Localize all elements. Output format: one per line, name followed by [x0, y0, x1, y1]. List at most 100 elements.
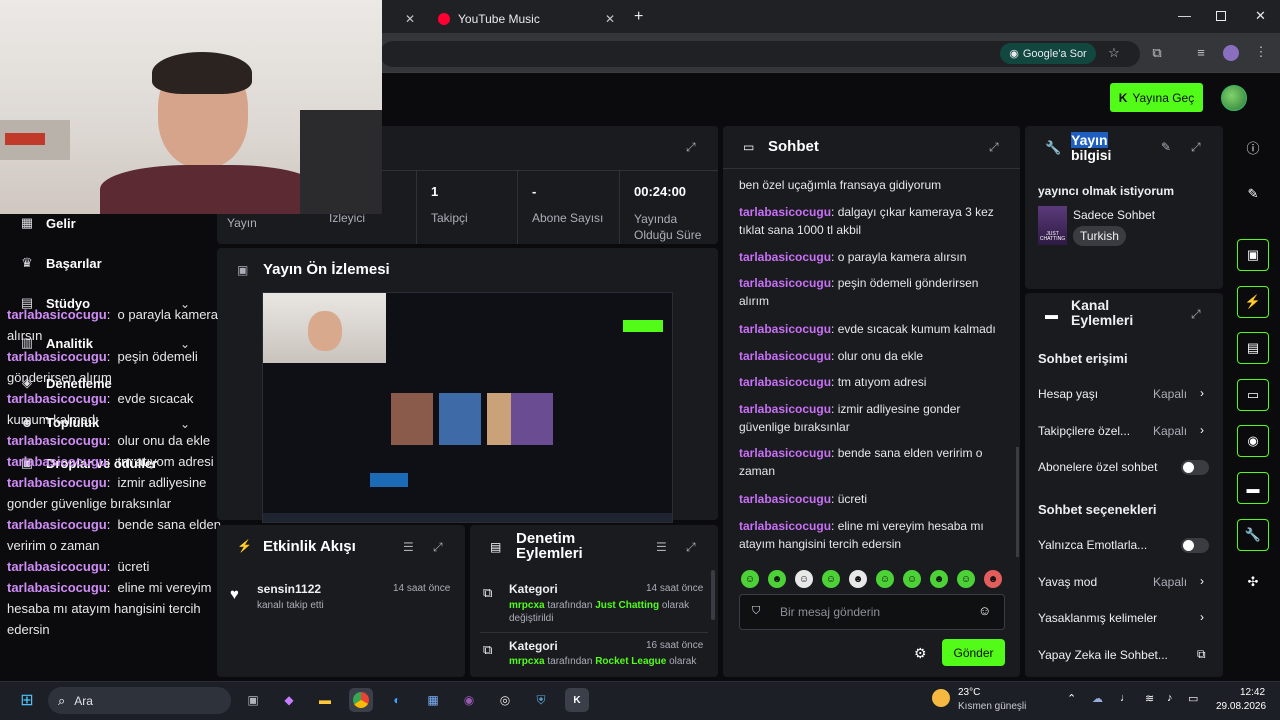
webcam-overlay: [0, 0, 382, 214]
chevron-right-icon[interactable]: ›: [1200, 610, 1204, 624]
tab-close-icon[interactable]: ✕: [605, 12, 615, 26]
emote-icon[interactable]: ☻: [849, 570, 867, 588]
expand-icon[interactable]: ⤢: [686, 540, 696, 555]
user-avatar[interactable]: [1221, 85, 1247, 111]
chat-scrollbar[interactable]: [1016, 447, 1019, 557]
emoji-picker-icon[interactable]: ☺: [978, 603, 991, 618]
emote-icon[interactable]: ☺: [795, 570, 813, 588]
subs-only-toggle[interactable]: [1181, 460, 1209, 475]
shield-icon: ⛉: [752, 605, 761, 617]
tools-widget-icon[interactable]: 🔧: [1237, 519, 1269, 551]
send-button[interactable]: Gönder: [942, 639, 1005, 666]
emote-icon[interactable]: ☻: [984, 570, 1002, 588]
category-thumbnail: JUST CHATTING: [1038, 206, 1067, 245]
edit-layout-icon[interactable]: ✎: [1237, 178, 1269, 210]
chevron-right-icon[interactable]: ›: [1200, 423, 1204, 437]
activity-widget-icon[interactable]: ⚡: [1237, 286, 1269, 318]
media-controls-icon[interactable]: ≡: [1192, 45, 1210, 60]
preview-icon: ▣: [237, 263, 249, 277]
info-icon[interactable]: ⓘ: [1237, 131, 1269, 163]
clock-date[interactable]: 29.08.2026: [1216, 701, 1266, 712]
settings-gear-icon[interactable]: ⚙: [914, 645, 927, 662]
nav-item-achievements[interactable]: ♛ Başarılar: [20, 255, 101, 271]
add-widget-icon[interactable]: ✣: [1237, 566, 1269, 598]
slow-mode-label[interactable]: Yavaş mod: [1038, 575, 1097, 589]
google-ask-button[interactable]: ◉ Google'a Sor: [1000, 43, 1096, 64]
overlay-message: tarlabasicocugu: olur onu da ekle: [7, 433, 211, 448]
go-live-button[interactable]: K Yayına Geç: [1110, 83, 1203, 112]
emote-icon[interactable]: ☺: [741, 570, 759, 588]
wifi-icon[interactable]: ≋: [1145, 692, 1154, 705]
store-icon[interactable]: ▦: [421, 688, 445, 712]
tag-pill[interactable]: Turkish: [1073, 226, 1126, 246]
maximize-icon[interactable]: [1216, 11, 1226, 21]
emote-icon[interactable]: ☻: [930, 570, 948, 588]
expand-icon[interactable]: ⤢: [1191, 140, 1201, 155]
battery-icon[interactable]: ▭: [1188, 692, 1198, 705]
ai-chat-label[interactable]: Yapay Zeka ile Sohbet...: [1038, 648, 1168, 662]
copilot-icon[interactable]: ◆: [277, 688, 301, 712]
tab-close-icon[interactable]: ✕: [395, 4, 425, 33]
clock-time[interactable]: 12:42: [1240, 687, 1265, 698]
preview-widget-icon[interactable]: ▣: [1237, 239, 1269, 271]
task-view-icon[interactable]: ▣: [241, 688, 265, 712]
channel-widget-icon[interactable]: ▬: [1237, 472, 1269, 504]
category-name[interactable]: Sadece Sohbet: [1073, 208, 1155, 222]
activity-user[interactable]: sensin1122: [257, 582, 321, 596]
chrome-icon[interactable]: [349, 688, 373, 712]
edge-icon[interactable]: ◐: [385, 688, 409, 712]
overlay-message: tarlabasicocugu: peşin ödemeli gönderirs…: [7, 349, 198, 385]
app-shield-icon[interactable]: ⛨: [529, 688, 553, 712]
close-window-icon[interactable]: ✕: [1255, 8, 1266, 24]
app-icon[interactable]: ◉: [457, 688, 481, 712]
external-link-icon[interactable]: ⧉: [1197, 647, 1206, 662]
revenue-icon: ▦: [20, 215, 34, 230]
tray-chevron-icon[interactable]: ⌃: [1067, 692, 1076, 705]
volume-icon[interactable]: ♪: [1167, 692, 1173, 704]
onedrive-icon[interactable]: ☁: [1092, 692, 1103, 705]
bookmark-star-icon[interactable]: ☆: [1105, 45, 1123, 61]
extensions-icon[interactable]: ⧉: [1148, 45, 1166, 61]
edit-pencil-icon[interactable]: ✎: [1161, 140, 1171, 154]
emote-icon[interactable]: ☻: [768, 570, 786, 588]
moderation-widget-icon[interactable]: ▤: [1237, 332, 1269, 364]
chat-widget-icon[interactable]: ▭: [1237, 379, 1269, 411]
expand-icon[interactable]: ⤢: [686, 140, 696, 155]
windows-start-icon[interactable]: ⊞: [15, 688, 39, 712]
new-tab-icon[interactable]: +: [634, 8, 643, 26]
divider: [723, 168, 1020, 169]
obs-icon[interactable]: ◎: [493, 688, 517, 712]
stat-label-stream: Yayın: [227, 216, 257, 230]
player-widget-icon[interactable]: ◉: [1237, 425, 1269, 457]
account-age-label[interactable]: Hesap yaşı: [1038, 387, 1098, 401]
kick-app-icon[interactable]: K: [565, 688, 589, 712]
emotes-only-toggle[interactable]: [1181, 538, 1209, 553]
tab-youtube-music[interactable]: YouTube Music ✕: [430, 4, 625, 33]
channel-actions-title: Kanal Eylemleri: [1071, 297, 1134, 328]
minimize-icon[interactable]: —: [1178, 8, 1191, 23]
emote-icon[interactable]: ☺: [957, 570, 975, 588]
expand-icon[interactable]: ⤢: [1191, 307, 1201, 322]
microphone-icon[interactable]: ♩: [1120, 692, 1131, 704]
followers-only-label[interactable]: Takipçilere özel...: [1038, 424, 1130, 438]
scrollbar[interactable]: [711, 570, 715, 620]
youtube-music-icon: [438, 12, 450, 25]
expand-icon[interactable]: ⤢: [433, 540, 443, 555]
emote-icon[interactable]: ☺: [903, 570, 921, 588]
profile-avatar[interactable]: [1223, 45, 1239, 61]
taskbar-search[interactable]: ⌕ Ara: [48, 687, 231, 714]
emote-icon[interactable]: ☺: [876, 570, 894, 588]
chevron-right-icon[interactable]: ›: [1200, 386, 1204, 400]
slow-mode-value: Kapalı: [1153, 575, 1188, 589]
stat-value-uptime: 00:24:00: [634, 184, 687, 199]
filter-icon[interactable]: ☰: [656, 540, 667, 554]
menu-dots-icon[interactable]: ⋮: [1252, 44, 1270, 60]
nav-item-revenue[interactable]: ▦ Gelir: [20, 215, 76, 231]
emote-icon[interactable]: ☺: [822, 570, 840, 588]
expand-icon[interactable]: ⤢: [989, 140, 999, 155]
banned-words-label[interactable]: Yasaklanmış kelimeler: [1038, 611, 1157, 625]
filter-icon[interactable]: ☰: [403, 540, 414, 554]
file-explorer-icon[interactable]: ▬: [313, 688, 337, 712]
chevron-right-icon[interactable]: ›: [1200, 574, 1204, 588]
category-change-icon: ⧉: [483, 585, 493, 600]
